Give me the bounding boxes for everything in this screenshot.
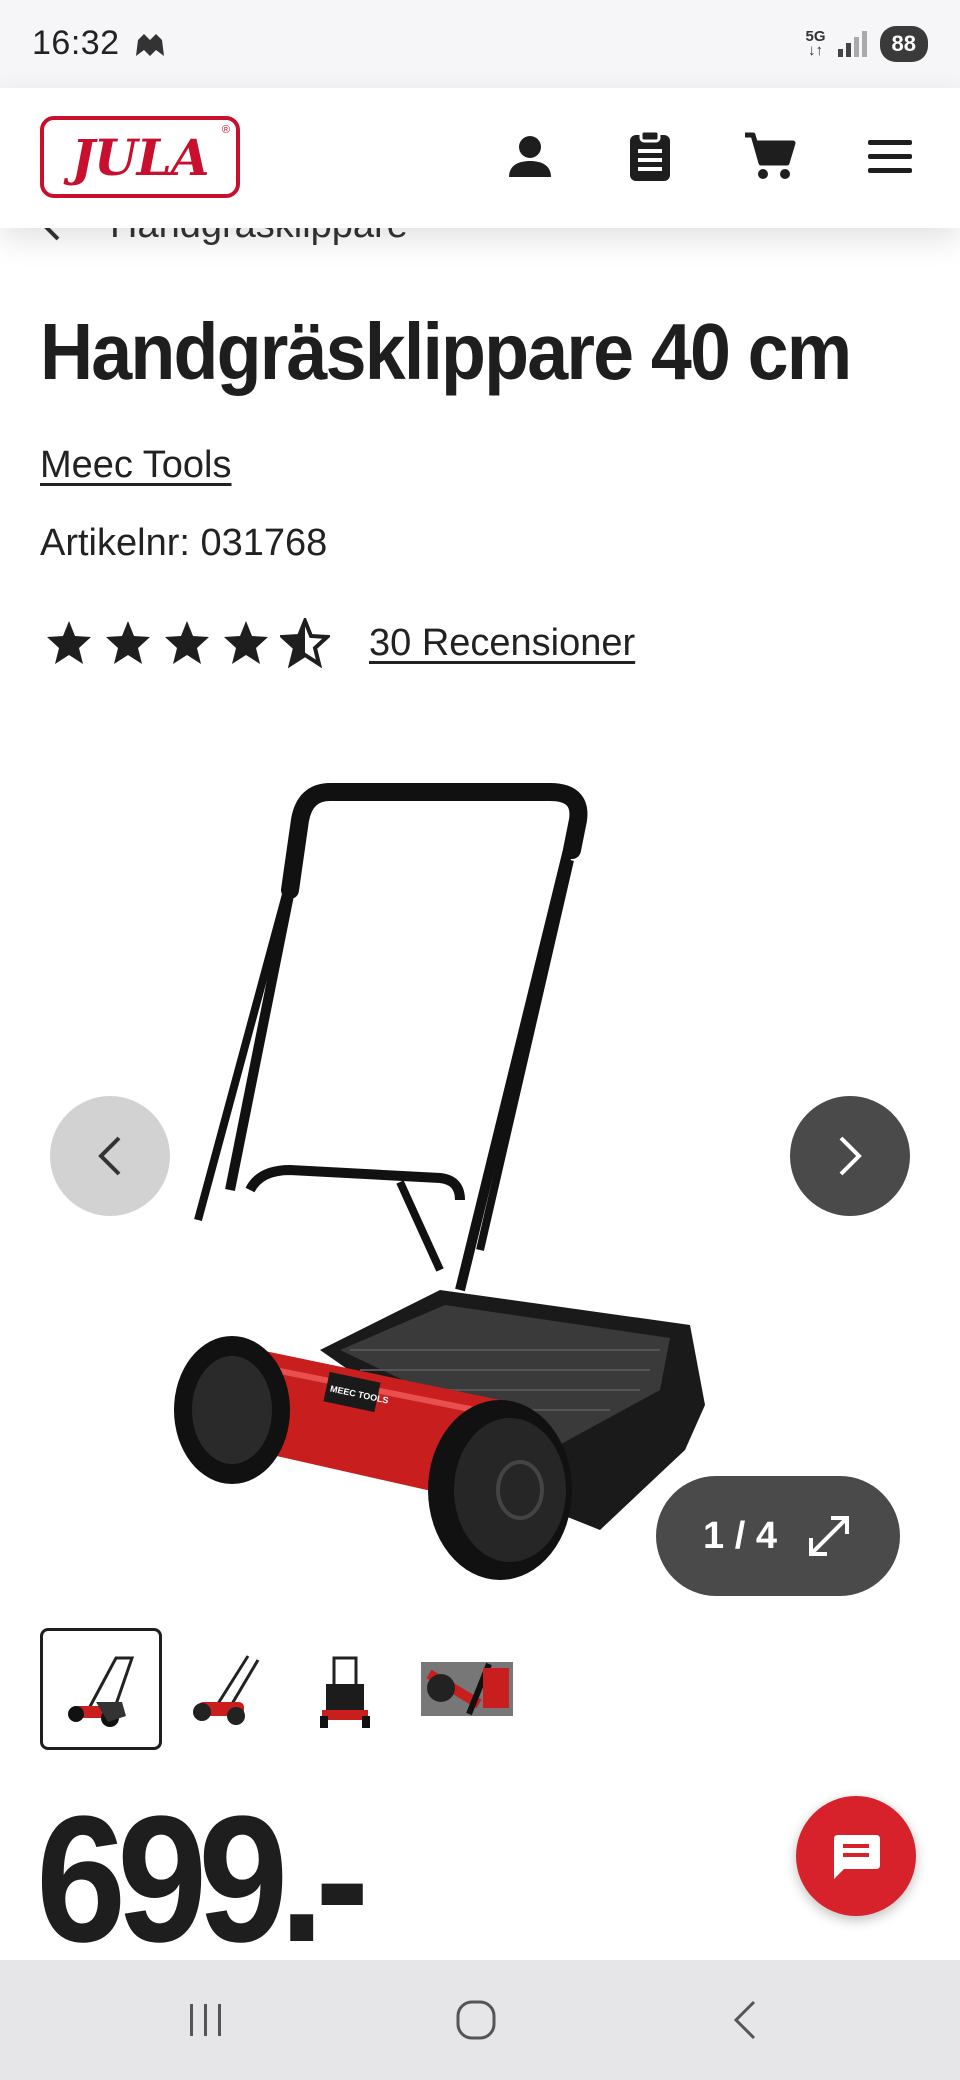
back-icon xyxy=(733,2000,756,2040)
product-price: 699.- xyxy=(36,1779,369,1980)
product-title: Handgräsklippare 40 cm xyxy=(40,307,852,396)
brand-link[interactable]: Meec Tools xyxy=(40,444,232,487)
notification-icon xyxy=(136,34,164,56)
status-indicators: 5G ↓↑ 88 xyxy=(805,26,928,62)
jula-logo[interactable]: JULA ® xyxy=(40,116,240,198)
logo-text: JULA xyxy=(71,127,209,187)
network-type-icon: 5G ↓↑ xyxy=(805,28,826,59)
star-full-icon xyxy=(47,621,91,664)
network-label: 5G xyxy=(805,28,826,45)
chat-icon xyxy=(834,1835,880,1879)
rating-row[interactable]: 30 Recensioner xyxy=(44,618,635,668)
status-bar: 16:32 5G ↓↑ 88 xyxy=(0,0,960,88)
shopping-list-icon[interactable] xyxy=(618,124,682,188)
logo-registered: ® xyxy=(221,124,230,136)
chat-button[interactable] xyxy=(796,1796,916,1916)
star-full-icon xyxy=(106,621,150,664)
thumbnail-1[interactable] xyxy=(40,1628,162,1750)
recent-apps-button[interactable] xyxy=(176,1990,236,2050)
gallery-counter: 1 / 4 xyxy=(703,1514,777,1557)
account-icon[interactable] xyxy=(498,124,562,188)
star-full-icon xyxy=(224,621,268,664)
back-button[interactable] xyxy=(716,1990,776,2050)
expand-icon xyxy=(808,1516,849,1556)
star-half-icon xyxy=(280,618,330,668)
site-header: JULA ® xyxy=(0,88,960,228)
product-gallery[interactable]: MEEC TOOLS 1 / 4 xyxy=(0,720,960,1600)
thumbnail-2[interactable] xyxy=(162,1628,284,1750)
cart-icon[interactable] xyxy=(738,124,802,188)
system-nav-bar xyxy=(0,1960,960,2080)
recent-apps-icon xyxy=(190,2004,221,2036)
home-icon xyxy=(456,2000,496,2040)
article-number: Artikelnr: 031768 xyxy=(40,522,328,564)
chevron-right-icon xyxy=(839,1136,862,1176)
battery-indicator: 88 xyxy=(879,26,928,62)
thumbnail-4[interactable] xyxy=(406,1628,528,1750)
thumbnail-3[interactable] xyxy=(284,1628,406,1750)
signal-icon xyxy=(837,31,867,57)
menu-icon[interactable] xyxy=(858,124,922,188)
product-image[interactable]: MEEC TOOLS xyxy=(170,750,730,1590)
chevron-left-icon xyxy=(98,1136,121,1176)
gallery-counter-button[interactable]: 1 / 4 xyxy=(656,1476,900,1596)
thumbnail-strip[interactable] xyxy=(40,1628,528,1750)
gallery-prev-button[interactable] xyxy=(50,1096,170,1216)
star-full-icon xyxy=(165,621,209,664)
home-button[interactable] xyxy=(446,1990,506,2050)
gallery-next-button[interactable] xyxy=(790,1096,910,1216)
reviews-link[interactable]: 30 Recensioner xyxy=(369,622,635,665)
status-time: 16:32 xyxy=(32,24,120,62)
